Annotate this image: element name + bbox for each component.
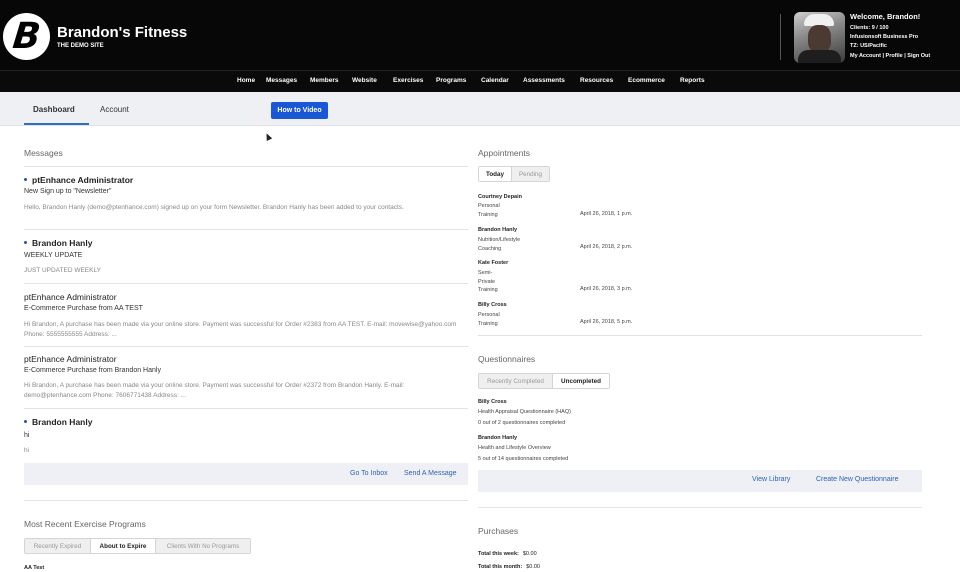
- nav-website[interactable]: Website: [352, 77, 377, 84]
- appointment-date: April 26, 2018, 2 p.m.: [580, 244, 633, 250]
- divider: [24, 229, 468, 230]
- nav-calendar[interactable]: Calendar: [481, 77, 509, 84]
- main-nav: Home Messages Members Website Exercises …: [0, 70, 960, 92]
- message-sender[interactable]: Brandon Hanly: [24, 417, 92, 427]
- programs-title: Most Recent Exercise Programs: [24, 519, 146, 529]
- divider: [24, 166, 468, 167]
- nav-members[interactable]: Members: [310, 77, 339, 84]
- appointment-type: Nutrition/Lifestyle Coaching: [478, 237, 521, 252]
- program-row[interactable]: AA Test: [24, 565, 44, 571]
- questionnaire-status: 5 out of 14 questionnaires completed: [478, 456, 569, 462]
- questionnaires-filter: Recently Completed Uncompleted: [478, 373, 610, 389]
- mouse-cursor-icon: [263, 132, 273, 141]
- appointment-type: Personal Training: [478, 312, 500, 327]
- message-preview: hi: [24, 447, 30, 454]
- divider: [478, 335, 922, 336]
- purchases-week: Total this week: $0.00: [478, 551, 537, 557]
- questionnaire-name: Health Appraisal Questionnaire (HAQ): [478, 409, 571, 415]
- message-subject[interactable]: E-Commerce Purchase from AA TEST: [24, 305, 143, 312]
- nav-home[interactable]: Home: [237, 77, 255, 84]
- appointment-date: April 26, 2018, 3 p.m.: [580, 286, 633, 292]
- appointment-client[interactable]: Kate Foster: [478, 260, 508, 266]
- appointment-date: April 26, 2018, 1 p.m.: [580, 211, 633, 217]
- purchases-month: Total this month: $0.00: [478, 564, 540, 570]
- unread-dot-icon: [24, 420, 27, 424]
- site-header: B Brandon's Fitness THE DEMO SITE Welcom…: [0, 0, 960, 70]
- message-sender[interactable]: ptEnhance Administrator: [24, 175, 133, 185]
- clients-count: Clients: 9 / 100: [850, 25, 889, 31]
- timezone: TZ: US/Pacific: [850, 43, 887, 49]
- nav-assessments[interactable]: Assessments: [523, 77, 565, 84]
- divider: [24, 408, 468, 409]
- go-to-inbox-link[interactable]: Go To Inbox: [350, 470, 388, 477]
- nav-exercises[interactable]: Exercises: [393, 77, 423, 84]
- appointment-client[interactable]: Brandon Hanly: [478, 227, 517, 233]
- active-tab-indicator: [24, 123, 89, 125]
- message-subject[interactable]: New Sign up to "Newsletter": [24, 188, 111, 195]
- appointment-type: Semi- Private Training: [478, 270, 498, 293]
- message-preview: JUST UPDATED WEEKLY: [24, 267, 101, 274]
- tab-bar: Dashboard Account: [0, 92, 960, 126]
- messages-title: Messages: [24, 148, 63, 158]
- filter-recently-completed[interactable]: Recently Completed: [479, 374, 553, 388]
- appointments-filter: Today Pending: [478, 166, 550, 182]
- message-preview: Hi Brandon, A purchase has been made via…: [24, 321, 457, 338]
- divider: [24, 346, 468, 347]
- questionnaire-status: 0 out of 2 questionnaires completed: [478, 420, 566, 426]
- logo-icon[interactable]: B: [3, 13, 50, 60]
- divider: [24, 500, 468, 501]
- filter-today[interactable]: Today: [479, 167, 512, 181]
- message-preview: Hello, Brandon Hanly (demo@ptenhance.com…: [24, 204, 404, 211]
- filter-recently-expired[interactable]: Recently Expired: [25, 539, 91, 553]
- tab-account[interactable]: Account: [100, 105, 129, 114]
- nav-resources[interactable]: Resources: [580, 77, 613, 84]
- programs-filter: Recently Expired About to Expire Clients…: [24, 538, 251, 554]
- tab-dashboard[interactable]: Dashboard: [33, 105, 75, 114]
- message-subject[interactable]: E-Commerce Purchase from Brandon Hanly: [24, 367, 161, 374]
- messages-action-bar: [24, 463, 468, 485]
- filter-pending[interactable]: Pending: [512, 167, 549, 181]
- appointment-client[interactable]: Courtney Depain: [478, 194, 522, 200]
- questionnaires-title: Questionnaires: [478, 354, 536, 364]
- questionnaire-name: Health and Lifestyle Overview: [478, 445, 551, 451]
- user-info: Welcome, Brandon! Clients: 9 / 100 Infus…: [850, 12, 920, 51]
- welcome-text: Welcome, Brandon!: [850, 12, 921, 21]
- nav-messages[interactable]: Messages: [266, 77, 297, 84]
- nav-reports[interactable]: Reports: [680, 77, 705, 84]
- filter-uncompleted[interactable]: Uncompleted: [553, 374, 609, 388]
- message-subject[interactable]: hi: [24, 432, 29, 439]
- questionnaire-client[interactable]: Brandon Hanly: [478, 435, 517, 441]
- message-subject[interactable]: WEEKLY UPDATE: [24, 252, 82, 259]
- header-divider: [780, 14, 781, 60]
- appointment-type: Personal Training: [478, 203, 500, 218]
- account-links[interactable]: My Account | Profile | Sign Out: [850, 53, 930, 59]
- purchases-title: Purchases: [478, 526, 519, 536]
- avatar: [794, 12, 845, 63]
- message-preview: Hi Brandon, A purchase has been made via…: [24, 382, 405, 399]
- divider: [24, 283, 468, 284]
- message-sender[interactable]: ptEnhance Administrator: [24, 354, 117, 364]
- site-title: Brandon's Fitness: [57, 24, 188, 41]
- plan-name: Infusionsoft Business Pro: [850, 34, 919, 40]
- nav-ecommerce[interactable]: Ecommerce: [628, 77, 665, 84]
- site-subtitle: THE DEMO SITE: [57, 43, 104, 49]
- questionnaire-client[interactable]: Billy Cross: [478, 399, 507, 405]
- appointment-date: April 26, 2018, 5 p.m.: [580, 319, 633, 325]
- how-to-video-button[interactable]: How to Video: [271, 102, 328, 119]
- create-questionnaire-link[interactable]: Create New Questionnaire: [816, 476, 899, 483]
- message-sender[interactable]: Brandon Hanly: [24, 238, 92, 248]
- nav-programs[interactable]: Programs: [436, 77, 466, 84]
- unread-dot-icon: [24, 178, 27, 182]
- message-sender[interactable]: ptEnhance Administrator: [24, 292, 117, 302]
- filter-no-programs[interactable]: Clients With No Programs: [156, 539, 250, 553]
- filter-about-to-expire[interactable]: About to Expire: [91, 539, 156, 553]
- unread-dot-icon: [24, 241, 27, 245]
- appointment-client[interactable]: Billy Cross: [478, 302, 507, 308]
- send-message-link[interactable]: Send A Message: [404, 470, 457, 477]
- appointments-title: Appointments: [478, 148, 530, 158]
- divider: [478, 507, 922, 508]
- view-library-link[interactable]: View Library: [752, 476, 790, 483]
